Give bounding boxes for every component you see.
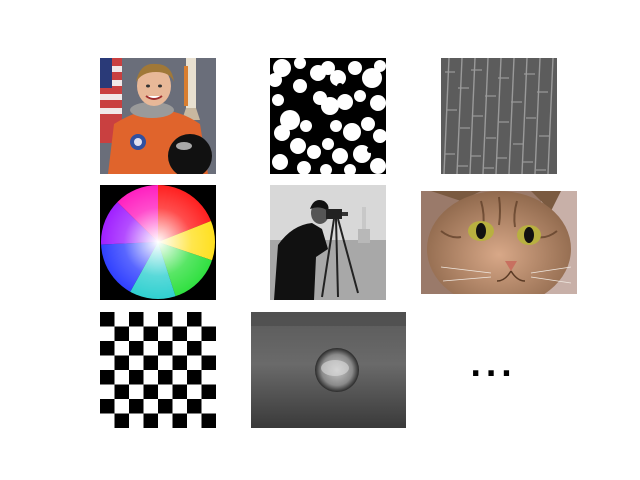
blurred-cell-image xyxy=(251,312,406,428)
color-wheel-image xyxy=(100,185,216,300)
brick-image xyxy=(441,58,557,174)
cameraman-photo-icon xyxy=(270,185,386,300)
blurred-cell-icon xyxy=(251,312,406,428)
cat-photo-icon xyxy=(421,191,577,294)
binary-blobs-icon xyxy=(270,58,386,174)
checkerboard-image xyxy=(100,312,216,428)
color-wheel-icon xyxy=(100,185,216,300)
cat-image xyxy=(421,191,577,294)
more-ellipsis: ... xyxy=(470,349,517,384)
image-gallery: ... xyxy=(0,0,640,480)
astronaut-image xyxy=(100,58,216,174)
binary-blobs-image xyxy=(270,58,386,174)
astronaut-photo-icon xyxy=(100,58,216,174)
cameraman-image xyxy=(270,185,386,300)
checkerboard-icon xyxy=(100,312,216,428)
brick-texture-icon xyxy=(441,58,557,174)
